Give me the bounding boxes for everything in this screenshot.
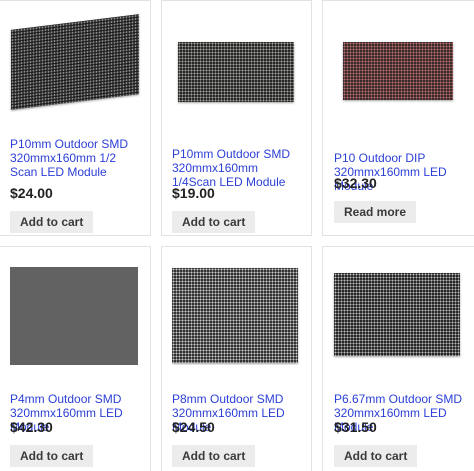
led-module-image [334, 273, 460, 356]
product-image[interactable] [172, 267, 300, 365]
product-title-link[interactable]: P10mm Outdoor SMD 320mmx160mm 1/4Scan LE… [172, 147, 304, 189]
product-price: $32.30 [334, 175, 377, 191]
product-price: $24.00 [10, 185, 53, 201]
product-image[interactable] [10, 267, 138, 365]
read-more-button[interactable]: Read more [334, 201, 417, 223]
led-module-image [178, 42, 294, 102]
product-price: $31.50 [334, 419, 377, 435]
product-image[interactable] [172, 8, 300, 136]
add-to-cart-button[interactable]: Add to cart [10, 211, 94, 233]
led-module-image [10, 267, 138, 365]
product-image[interactable] [6, 10, 142, 128]
add-to-cart-button[interactable]: Add to cart [334, 445, 418, 467]
add-to-cart-button[interactable]: Add to cart [10, 445, 94, 467]
product-image[interactable] [333, 15, 463, 138]
led-module-image [172, 268, 298, 363]
product-price: $24.50 [172, 419, 215, 435]
product-image[interactable] [332, 267, 462, 365]
add-to-cart-button[interactable]: Add to cart [172, 445, 256, 467]
product-price: $42.30 [10, 419, 53, 435]
led-module-image [343, 42, 453, 100]
product-price: $19.00 [172, 185, 215, 201]
product-title-link[interactable]: P10mm Outdoor SMD 320mmx160mm 1/2 Scan L… [10, 137, 142, 179]
add-to-cart-button[interactable]: Add to cart [172, 211, 256, 233]
product-grid: P10mm Outdoor SMD 320mmx160mm 1/2 Scan L… [0, 0, 474, 471]
led-module-image [11, 14, 139, 110]
